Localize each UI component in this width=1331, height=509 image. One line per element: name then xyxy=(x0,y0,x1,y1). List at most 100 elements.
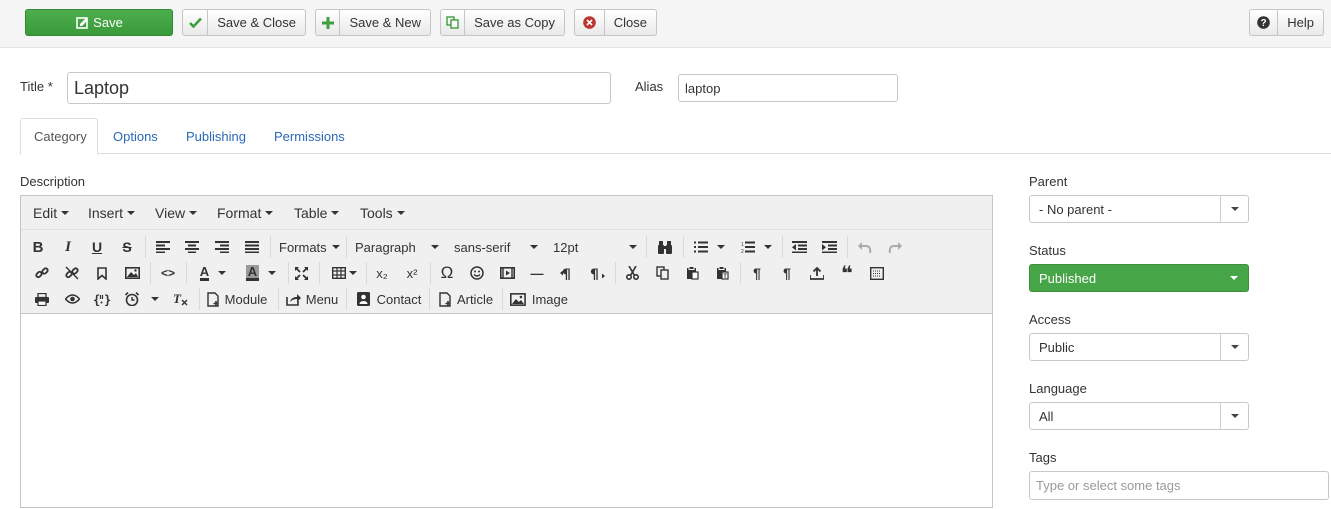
save-button[interactable]: Save xyxy=(25,9,173,36)
save-close-button[interactable]: Save & Close xyxy=(182,9,306,36)
fullscreen-icon[interactable] xyxy=(291,262,311,284)
chevron-down-icon xyxy=(1220,334,1248,360)
align-right-icon[interactable] xyxy=(212,236,232,258)
underline-button[interactable]: U xyxy=(87,236,107,258)
menu-format[interactable]: Format xyxy=(217,205,273,221)
status-label: Status xyxy=(1029,243,1066,258)
save-close-label: Save & Close xyxy=(217,15,296,30)
text-color-glyph: A xyxy=(199,264,210,281)
table-icon[interactable] xyxy=(327,262,361,284)
anchor-bookmark-icon[interactable] xyxy=(92,262,112,284)
blockquote-button[interactable]: ❝ xyxy=(837,262,857,285)
close-button[interactable]: Close xyxy=(574,9,657,36)
italic-button[interactable]: I xyxy=(58,236,78,258)
text-color-button[interactable]: A xyxy=(193,262,233,284)
preview-eye-icon[interactable] xyxy=(62,288,82,310)
image-icon[interactable] xyxy=(122,262,142,284)
cut-icon[interactable] xyxy=(622,262,642,284)
tab-options[interactable]: Options xyxy=(100,118,171,154)
undo-icon[interactable] xyxy=(855,236,875,258)
print-icon[interactable] xyxy=(32,288,52,310)
indent-icon[interactable] xyxy=(819,236,839,258)
title-input[interactable]: Laptop xyxy=(67,72,611,104)
background-color-button[interactable]: A xyxy=(241,262,281,284)
formats-dropdown[interactable]: Formats xyxy=(279,236,340,258)
question-circle-icon: ? xyxy=(1250,10,1279,35)
link-icon[interactable] xyxy=(32,262,52,284)
source-code-button[interactable]: <> xyxy=(158,262,178,284)
bullet-list-icon[interactable] xyxy=(691,236,727,258)
horizontal-rule-button[interactable]: — xyxy=(527,262,547,284)
save-new-button[interactable]: Save & New xyxy=(315,9,431,36)
paste-icon[interactable] xyxy=(682,262,702,284)
alias-value: laptop xyxy=(685,80,721,96)
status-select[interactable]: Published xyxy=(1029,264,1249,292)
access-select[interactable]: Public xyxy=(1029,333,1249,361)
copy-icon[interactable] xyxy=(652,262,672,284)
find-replace-icon[interactable] xyxy=(655,236,675,258)
menu-button[interactable]: Menu xyxy=(285,288,339,310)
block-format-dropdown[interactable]: Paragraph xyxy=(355,236,439,258)
save-copy-button[interactable]: Save as Copy xyxy=(440,9,565,36)
emoticon-icon[interactable] xyxy=(467,262,487,284)
align-justify-icon[interactable] xyxy=(242,236,262,258)
alias-input[interactable]: laptop xyxy=(678,74,898,102)
upload-icon[interactable] xyxy=(807,262,827,284)
tags-input[interactable]: Type or select some tags xyxy=(1029,471,1329,500)
numbered-list-icon[interactable]: 12 xyxy=(738,236,774,258)
article-button[interactable]: Article xyxy=(437,288,495,310)
show-blocks-button[interactable]: ¶ xyxy=(747,262,767,284)
clear-formatting-icon[interactable]: T xyxy=(170,288,190,310)
code-sample-icon[interactable]: {} xyxy=(92,288,112,310)
parent-label: Parent xyxy=(1029,174,1068,189)
svg-text:¶: ¶ xyxy=(590,267,599,280)
unlink-icon[interactable] xyxy=(62,262,82,284)
tab-publishing[interactable]: Publishing xyxy=(173,118,259,154)
editor-content-area[interactable] xyxy=(21,314,992,509)
font-size-dropdown[interactable]: 12pt xyxy=(553,236,637,258)
help-label: Help xyxy=(1287,15,1314,30)
module-button[interactable]: Module xyxy=(205,288,269,310)
align-left-icon[interactable] xyxy=(153,236,173,258)
strikethrough-button[interactable]: S xyxy=(117,236,137,258)
outdent-icon[interactable] xyxy=(789,236,809,258)
tab-category[interactable]: Category xyxy=(20,118,98,155)
bold-button[interactable]: B xyxy=(28,236,48,258)
redo-icon[interactable] xyxy=(885,236,905,258)
paragraph-rtl-icon[interactable]: ¶ xyxy=(587,262,607,284)
menu-insert[interactable]: Insert xyxy=(88,205,135,221)
font-family-value: sans-serif xyxy=(454,239,511,255)
superscript-button[interactable]: x² xyxy=(402,262,422,284)
visual-chars-button[interactable]: ¶ xyxy=(777,262,797,284)
tags-label: Tags xyxy=(1029,450,1057,465)
language-select[interactable]: All xyxy=(1029,402,1249,430)
parent-select[interactable]: - No parent - xyxy=(1029,195,1249,223)
title-label: Title * xyxy=(20,79,53,94)
plus-icon xyxy=(316,10,341,35)
menu-view[interactable]: View xyxy=(155,205,197,221)
tab-permissions[interactable]: Permissions xyxy=(261,118,358,154)
media-icon[interactable] xyxy=(497,262,517,284)
subscript-button[interactable]: x₂ xyxy=(372,262,392,284)
font-family-dropdown[interactable]: sans-serif xyxy=(454,236,538,258)
menu-tools[interactable]: Tools xyxy=(360,205,405,221)
help-button[interactable]: ? Help xyxy=(1249,9,1324,36)
menu-edit[interactable]: Edit xyxy=(33,205,69,221)
check-icon xyxy=(183,10,209,35)
menu-table[interactable]: Table xyxy=(294,205,339,221)
paste-text-icon[interactable]: T xyxy=(712,262,732,284)
special-character-button[interactable]: Ω xyxy=(437,262,457,284)
language-label: Language xyxy=(1029,381,1087,396)
contact-button[interactable]: Contact xyxy=(355,288,423,310)
paragraph-ltr-icon[interactable]: ¶ xyxy=(557,262,577,284)
alias-label: Alias xyxy=(635,79,664,94)
close-label: Close xyxy=(613,15,647,30)
svg-text:T: T xyxy=(723,274,727,280)
copy-icon xyxy=(441,10,466,35)
svg-text:{: { xyxy=(93,293,100,306)
menu-label: Menu xyxy=(305,291,339,307)
insert-datetime-icon[interactable] xyxy=(122,288,162,310)
template-icon[interactable] xyxy=(867,262,887,284)
align-center-icon[interactable] xyxy=(182,236,202,258)
image-button[interactable]: Image xyxy=(510,288,568,310)
